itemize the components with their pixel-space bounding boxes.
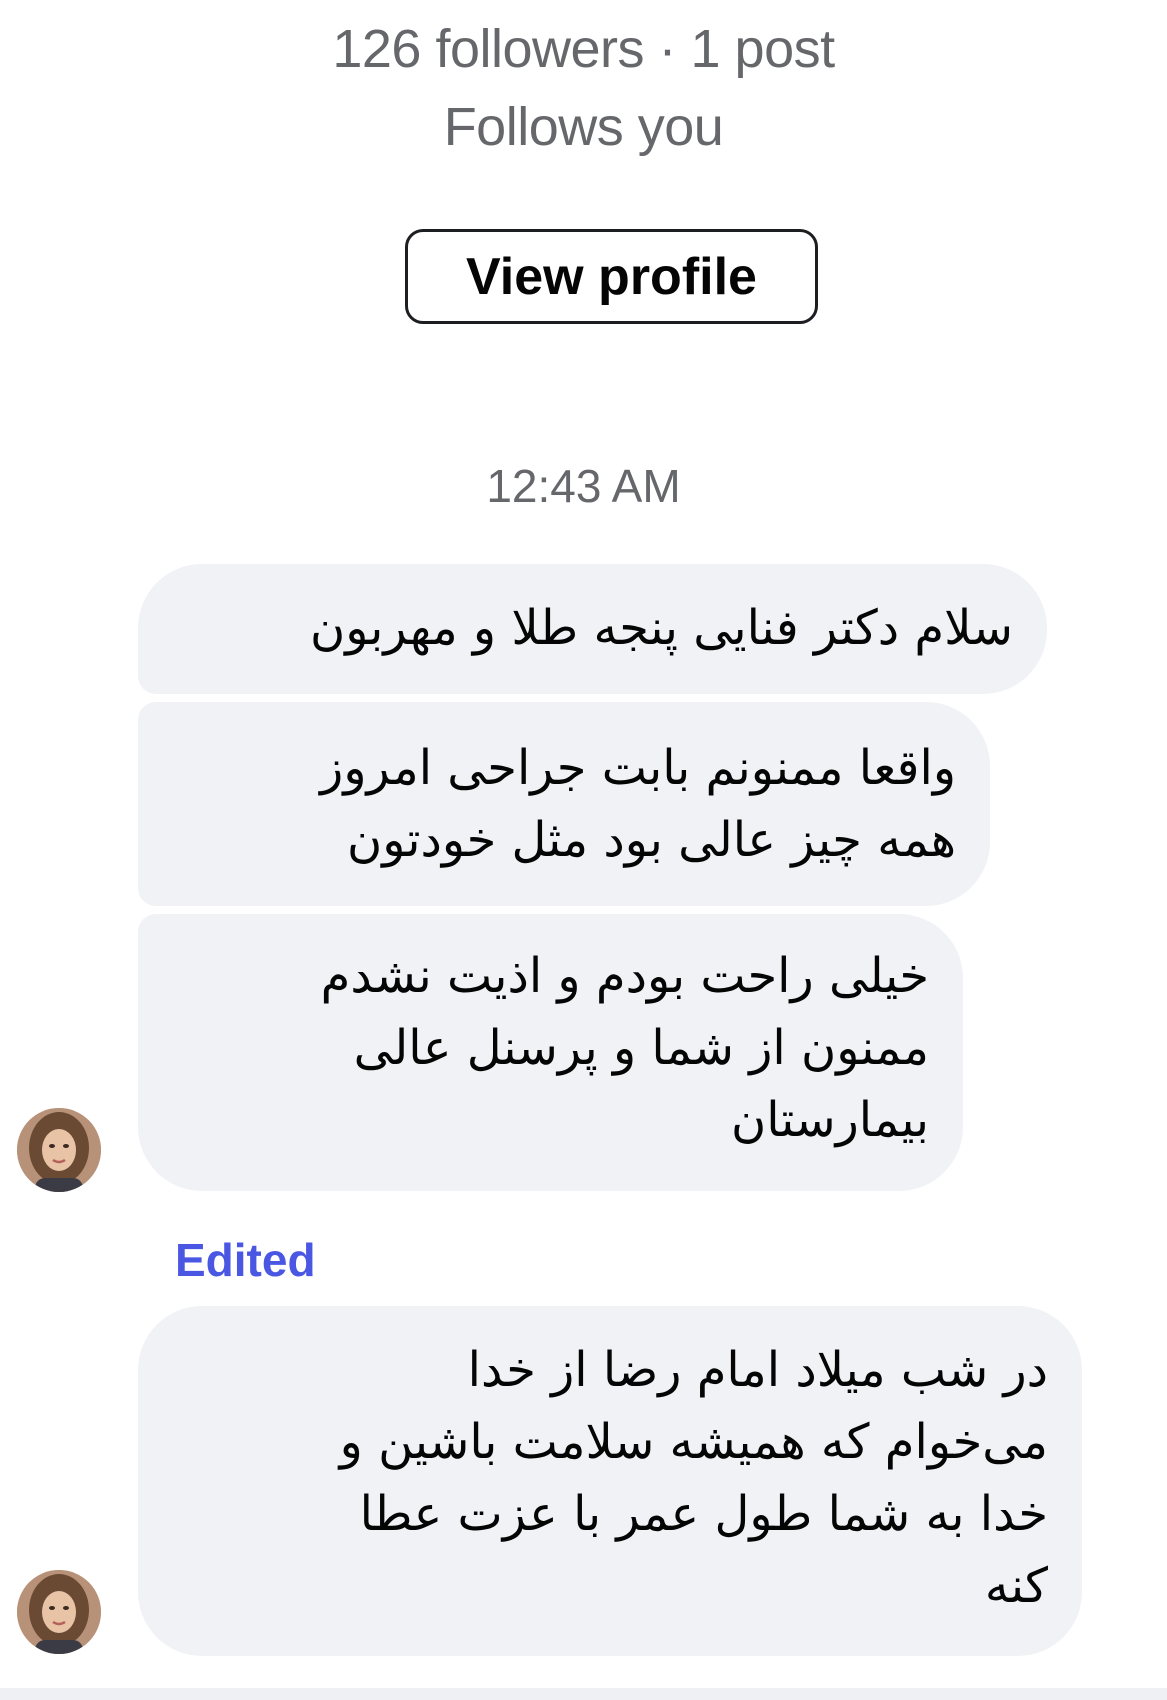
edited-label: Edited [175,1234,316,1286]
composer-edge [0,1688,1167,1700]
avatar-photo-icon [17,1570,101,1654]
view-profile-button[interactable]: View profile [405,229,818,324]
profile-stats: 126 followers · 1 post [332,19,835,79]
message-bubble[interactable]: سلام دکتر فنایی پنجه طلا و مهربون [138,564,1047,694]
sender-avatar[interactable] [17,1108,101,1192]
message-bubble[interactable]: واقعا ممنونم بابت جراحی امروز همه چیز عا… [138,702,990,906]
follows-you-label: Follows you [443,97,724,157]
message-timestamp: 12:43 AM [486,460,681,512]
avatar-photo-icon [17,1108,101,1192]
sender-avatar[interactable] [17,1570,101,1654]
message-bubble[interactable]: خیلی راحت بودم و اذیت نشدم ممنون از شما … [138,914,963,1191]
edited-message-bubble[interactable]: در شب میلاد امام رضا از خدا می‌خوام که ه… [138,1306,1082,1656]
